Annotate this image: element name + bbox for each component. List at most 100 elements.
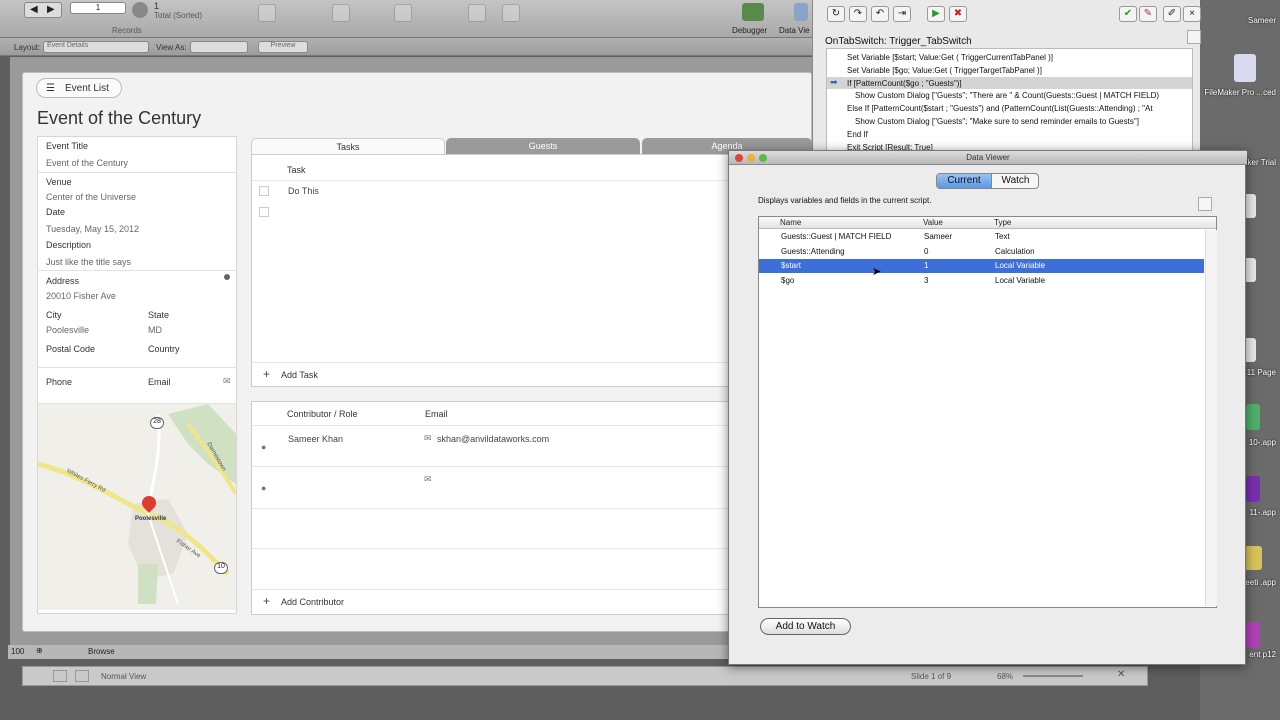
run-icon[interactable]: ▶ (927, 6, 945, 22)
record-number-field[interactable]: 1 (70, 2, 126, 14)
step-icon[interactable]: ↻ (827, 6, 845, 22)
breakpoint-icon[interactable]: ✔ (1119, 6, 1137, 22)
description-field[interactable]: Just like the title says (46, 257, 131, 267)
tab-guests[interactable]: Guests (446, 138, 640, 154)
new-record-icon[interactable] (258, 4, 276, 22)
date-field[interactable]: Tuesday, May 15, 2012 (46, 224, 139, 234)
variable-name[interactable]: $start (781, 261, 801, 270)
step-out-icon[interactable]: ↶ (871, 6, 889, 22)
variable-value[interactable]: Sameer (924, 232, 952, 241)
record-nav-buttons[interactable]: ◀ ▶ (24, 2, 62, 18)
minimize-window-icon[interactable] (747, 154, 755, 162)
record-slider-icon[interactable] (132, 2, 148, 18)
debugger-icon[interactable] (742, 3, 764, 21)
email-label: Email (148, 377, 171, 387)
find-icon[interactable] (394, 4, 412, 22)
city-field[interactable]: Poolesville (46, 325, 89, 335)
mode-label[interactable]: Browse (88, 647, 115, 656)
task-checkbox[interactable] (259, 186, 269, 196)
script-step[interactable]: Else If [PatternCount($start ; "Guests")… (847, 104, 1153, 113)
envelope-icon[interactable]: ✉ (424, 474, 432, 485)
app-icon[interactable] (1246, 622, 1260, 648)
zoom-in-icon[interactable]: ⊕ (36, 646, 43, 655)
tab-current[interactable]: Current (937, 174, 991, 188)
script-step[interactable]: Show Custom Dialog ["Guests"; "There are… (855, 91, 1159, 100)
desktop-item-label[interactable]: Sameer (1204, 16, 1276, 25)
script-step[interactable]: End If (847, 130, 868, 139)
envelope-icon[interactable]: ✉ (223, 376, 231, 387)
venue-field[interactable]: Center of the Universe (46, 192, 136, 202)
variable-value[interactable]: 3 (924, 276, 928, 285)
grid-view-icon[interactable] (53, 670, 67, 682)
lock-icon[interactable] (1198, 197, 1212, 211)
variable-type[interactable]: Local Variable (995, 261, 1045, 270)
variable-name[interactable]: $go (781, 276, 794, 285)
step-into-icon[interactable]: ↷ (849, 6, 867, 22)
state-field[interactable]: MD (148, 325, 162, 335)
script-step[interactable]: If [PatternCount($go ; "Guests")] (847, 79, 962, 88)
vertical-scrollbar[interactable] (1205, 230, 1217, 606)
app-icon[interactable] (1246, 476, 1260, 502)
layout-dropdown[interactable]: Event Details (43, 41, 149, 53)
script-steps-list[interactable]: ➡ Set Variable [$start; Value:Get ( Trig… (826, 48, 1193, 158)
filemaker-app-icon[interactable] (1234, 54, 1256, 82)
set-next-step-icon[interactable]: ⇥ (893, 6, 911, 22)
preview-button[interactable]: Preview (258, 41, 308, 53)
page-title: Event of the Century (37, 108, 202, 128)
variables-table[interactable] (758, 216, 1217, 608)
data-viewer-icon[interactable] (794, 3, 808, 21)
map-pin-icon[interactable] (224, 274, 230, 280)
slide-view-icon[interactable] (75, 670, 89, 682)
add-task-button[interactable]: Add Task (281, 370, 318, 380)
zoom-slider[interactable] (1023, 675, 1083, 677)
name-column-header[interactable]: Name (780, 218, 801, 227)
script-step[interactable]: Show Custom Dialog ["Guests"; "Make sure… (855, 117, 1139, 126)
type-column-header[interactable]: Type (994, 218, 1011, 227)
add-contributor-button[interactable]: Add Contributor (281, 597, 344, 607)
variable-name[interactable]: Guests::Attending (781, 247, 845, 256)
add-to-watch-button[interactable]: Add to Watch (760, 618, 851, 635)
event-list-button[interactable]: ☰ Event List (36, 78, 122, 98)
close-window-icon[interactable] (735, 154, 743, 162)
edit-script-icon[interactable]: ✐ (1163, 6, 1181, 22)
next-record-icon[interactable]: ▶ (47, 4, 55, 15)
plus-icon[interactable]: + (263, 368, 270, 380)
pause-on-error-icon[interactable]: × (1183, 6, 1201, 22)
halt-icon[interactable]: ✖ (949, 6, 967, 22)
plus-icon[interactable]: + (263, 595, 270, 607)
script-step[interactable]: Set Variable [$start; Value:Get ( Trigge… (847, 53, 1053, 62)
sort-icon[interactable] (468, 4, 486, 22)
value-column-header[interactable]: Value (923, 218, 943, 227)
app-icon[interactable] (1246, 404, 1260, 430)
script-step[interactable]: Set Variable [$go; Value:Get ( TriggerTa… (847, 66, 1042, 75)
variable-type[interactable]: Text (995, 232, 1010, 241)
close-icon[interactable]: ✕ (1117, 669, 1125, 680)
contributor-name[interactable]: Sameer Khan (288, 434, 343, 444)
zoom-window-icon[interactable] (759, 154, 767, 162)
remove-breakpoints-icon[interactable]: ✎ (1139, 6, 1157, 22)
variable-value[interactable]: 1 (924, 261, 928, 270)
contributor-email[interactable]: skhan@anvildataworks.com (437, 434, 549, 444)
city-label: City (46, 310, 62, 320)
variable-type[interactable]: Calculation (995, 247, 1035, 256)
variable-value[interactable]: 0 (924, 247, 928, 256)
delete-record-icon[interactable] (332, 4, 350, 22)
task-checkbox[interactable] (259, 207, 269, 217)
event-title-field[interactable]: Event of the Century (46, 158, 128, 168)
share-icon[interactable] (502, 4, 520, 22)
envelope-icon[interactable]: ✉ (424, 433, 432, 444)
tab-watch[interactable]: Watch (991, 174, 1038, 188)
variable-name[interactable]: Guests::Guest | MATCH FIELD (781, 232, 891, 241)
lock-icon[interactable] (1187, 30, 1201, 44)
zoom-level[interactable]: 100 (11, 647, 24, 656)
task-row[interactable]: Do This (288, 186, 319, 196)
view-as-segment[interactable] (190, 41, 248, 53)
address-field[interactable]: 20010 Fisher Ave (46, 291, 116, 301)
variable-type[interactable]: Local Variable (995, 276, 1045, 285)
tab-tasks[interactable]: Tasks (251, 138, 445, 154)
previous-record-icon[interactable]: ◀ (30, 4, 38, 15)
route-marker: 10 (214, 562, 228, 574)
desktop-item-label[interactable]: FileMaker Pro ...ced (1204, 88, 1276, 97)
map-view[interactable]: 28 10 Whites Ferry Rd Fisher Ave Darnest… (38, 404, 236, 610)
app-icon[interactable] (1244, 546, 1262, 570)
